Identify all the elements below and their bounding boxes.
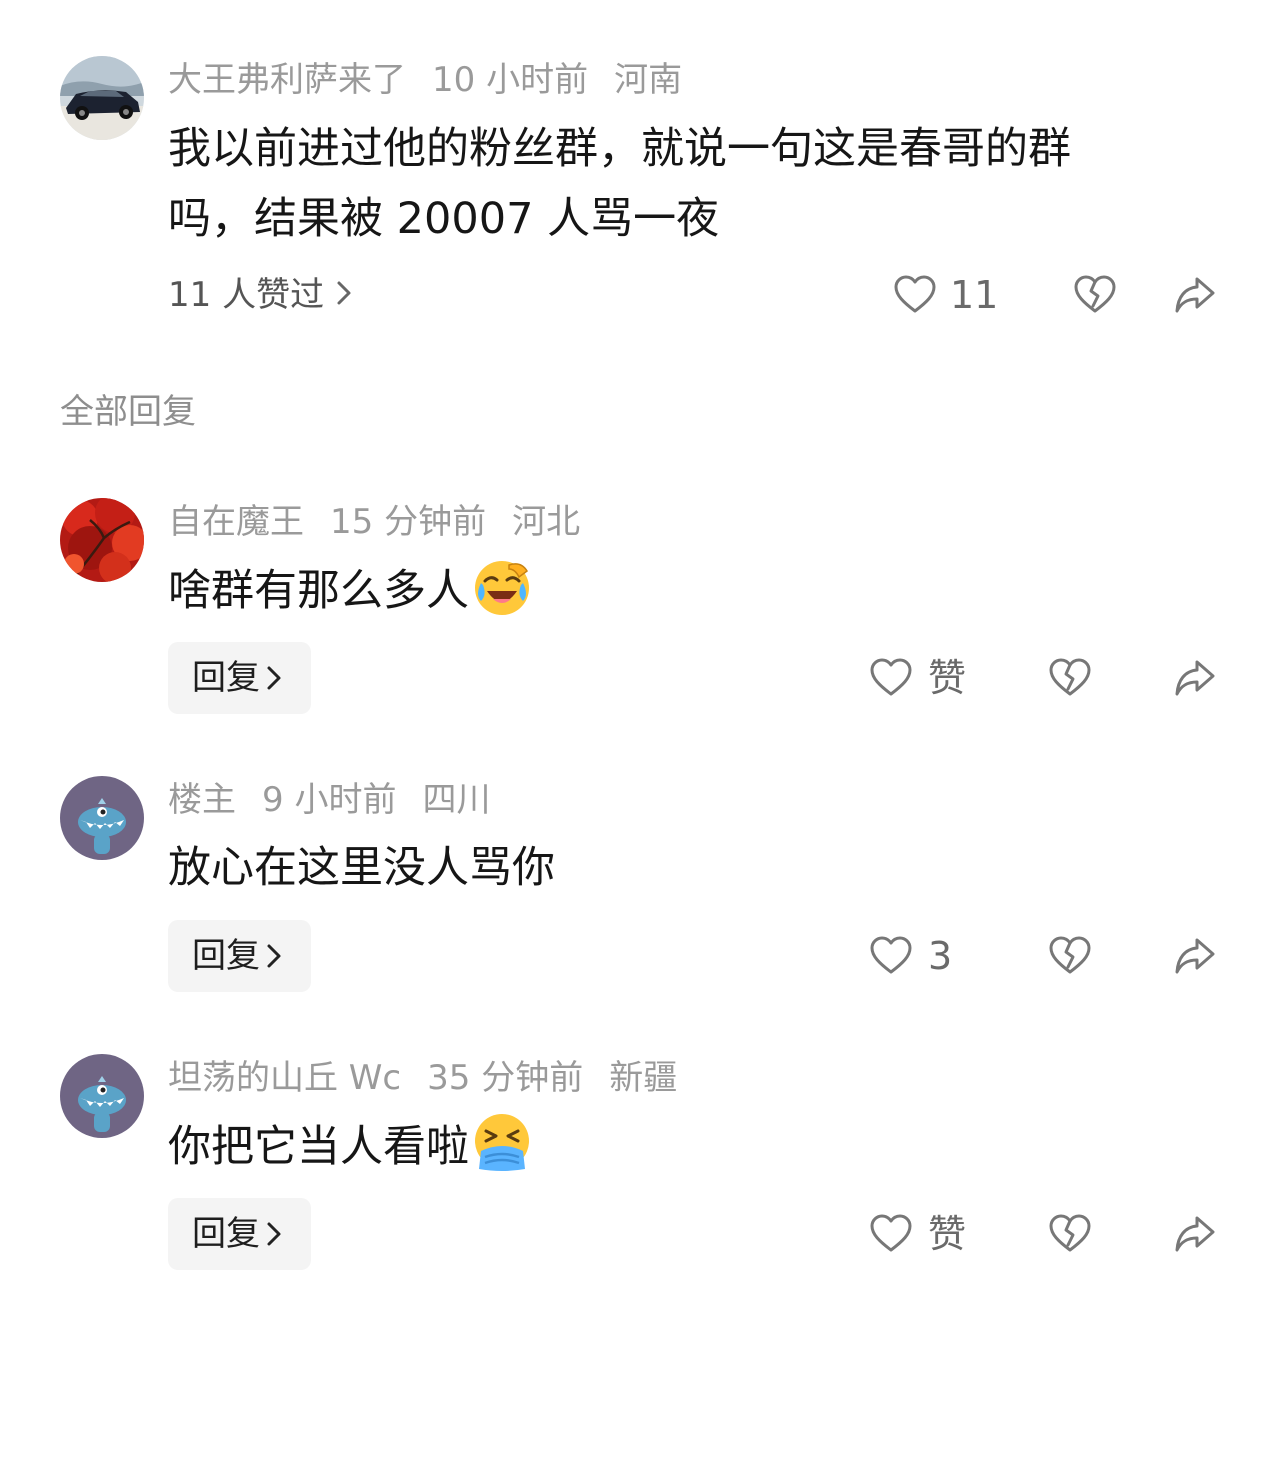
reply-button[interactable]: 回复 [168, 920, 311, 992]
car-avatar-icon [60, 56, 144, 140]
reply-text: 你把它当人看啦 [168, 1111, 1208, 1182]
reply-meta: 自在魔王 15 分钟前 河北 [168, 500, 606, 544]
reply-meta: 坦荡的山丘 Wc 35 分钟前 新疆 [168, 1056, 703, 1100]
timestamp: 10 小时前 [432, 60, 589, 100]
reply-text-content: 放心在这里没人骂你 [168, 843, 555, 893]
reply-button-label: 回复 [192, 658, 260, 698]
red-maple-avatar-icon [60, 498, 144, 582]
vomiting-emoji-icon [471, 1111, 533, 1173]
like-count: 11 [950, 273, 999, 317]
chevron-right-icon [266, 922, 282, 994]
chevron-right-icon [266, 644, 282, 716]
monster-avatar-icon [60, 776, 144, 860]
comment-text-line: 吗，结果被 20007 人骂一夜 [168, 194, 720, 244]
like-icon[interactable] [869, 656, 913, 700]
reply-text: 啥群有那么多人 [168, 555, 1208, 626]
location: 河北 [512, 502, 581, 542]
username[interactable]: 楼主 [168, 780, 236, 820]
like-icon[interactable] [869, 1212, 913, 1256]
share-icon[interactable] [1173, 273, 1217, 317]
username[interactable]: 坦荡的山丘 Wc [168, 1058, 401, 1098]
timestamp: 9 小时前 [262, 780, 397, 820]
share-icon[interactable] [1173, 656, 1217, 700]
reply-button[interactable]: 回复 [168, 642, 311, 714]
avatar[interactable] [60, 498, 144, 582]
avatar[interactable] [60, 776, 144, 860]
likes-summary-text: 11 人赞过 [168, 275, 325, 315]
dislike-icon[interactable] [1073, 273, 1117, 317]
like-label: 赞 [928, 656, 967, 700]
monster-avatar-icon [60, 1054, 144, 1138]
like-icon[interactable] [893, 273, 937, 317]
avatar[interactable] [60, 56, 144, 140]
section-title: 全部回复 [60, 392, 196, 432]
comment-text-line: 我以前进过他的粉丝群，就说一句这是春哥的群 [168, 124, 1071, 174]
reply-button[interactable]: 回复 [168, 1198, 311, 1270]
likes-summary-link[interactable]: 11 人赞过 [168, 273, 352, 317]
username[interactable]: 大王弗利萨来了 [168, 60, 406, 100]
share-icon[interactable] [1173, 1212, 1217, 1256]
reply-text: 放心在这里没人骂你 [168, 833, 1208, 903]
comment-meta: 大王弗利萨来了 10 小时前 河南 [168, 58, 708, 102]
reply-text-content: 你把它当人看啦 [168, 1122, 469, 1172]
share-icon[interactable] [1173, 934, 1217, 978]
like-count: 3 [928, 934, 953, 978]
reply-button-label: 回复 [192, 1214, 260, 1254]
chevron-right-icon [266, 1200, 282, 1272]
reply-button-label: 回复 [192, 936, 260, 976]
location: 新疆 [609, 1058, 678, 1098]
location: 河南 [614, 60, 683, 100]
avatar[interactable] [60, 1054, 144, 1138]
dislike-icon[interactable] [1048, 656, 1092, 700]
timestamp: 35 分钟前 [427, 1058, 584, 1098]
username[interactable]: 自在魔王 [168, 502, 304, 542]
location: 四川 [422, 780, 491, 820]
dislike-icon[interactable] [1048, 1212, 1092, 1256]
like-icon[interactable] [869, 934, 913, 978]
like-label: 赞 [928, 1212, 967, 1256]
dislike-icon[interactable] [1048, 934, 1092, 978]
laughing-crying-emoji-icon [471, 555, 533, 617]
reply-meta: 楼主 9 小时前 四川 [168, 778, 516, 822]
chevron-right-icon [336, 273, 352, 317]
timestamp: 15 分钟前 [330, 502, 487, 542]
reply-text-content: 啥群有那么多人 [168, 566, 469, 616]
comment-text: 我以前进过他的粉丝群，就说一句这是春哥的群 吗，结果被 20007 人骂一夜 [168, 114, 1208, 254]
